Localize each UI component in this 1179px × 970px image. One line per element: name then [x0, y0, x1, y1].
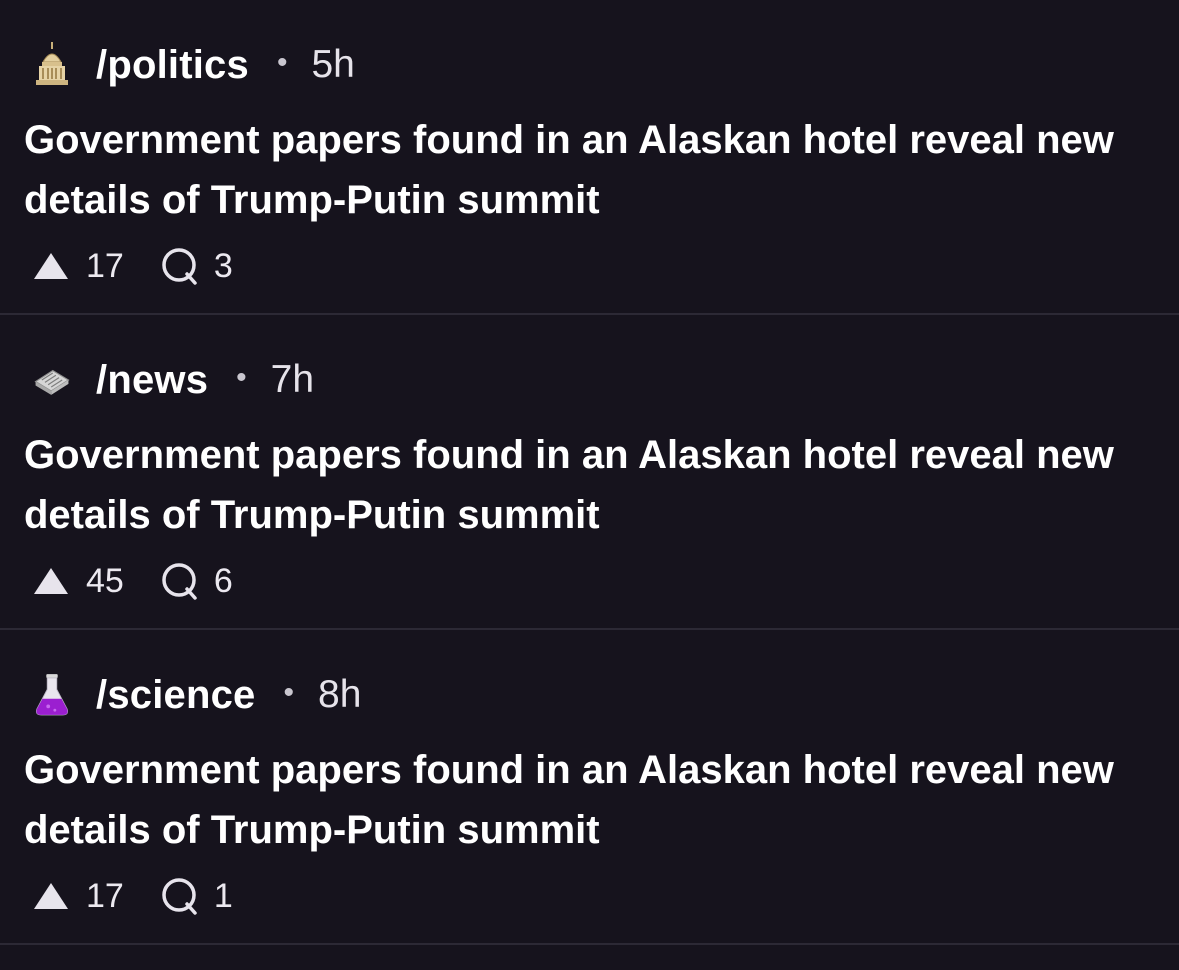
comment-bubble-icon: [160, 246, 198, 286]
post-stats: 17 1: [32, 873, 233, 919]
meta-separator: •: [276, 46, 288, 79]
upvote-button[interactable]: 45: [32, 562, 124, 601]
upvote-button[interactable]: 17: [32, 247, 124, 286]
upvote-count: 17: [86, 876, 124, 915]
upvote-arrow-icon: [32, 881, 70, 911]
post-title[interactable]: Government papers found in an Alaskan ho…: [24, 110, 1134, 230]
comments-button[interactable]: 6: [160, 561, 233, 601]
flask-icon: [34, 672, 70, 718]
post-card[interactable]: /news • 7h Government papers found in an…: [0, 315, 1179, 630]
post-age: 7h: [270, 358, 315, 401]
post-meta: /politics • 5h: [34, 42, 355, 88]
upvote-arrow-icon: [32, 251, 70, 281]
subreddit-link[interactable]: /politics: [96, 43, 249, 88]
meta-separator: •: [236, 361, 247, 394]
subreddit-link[interactable]: /science: [96, 673, 256, 718]
post-meta: /news • 7h: [34, 357, 314, 403]
post-age: 8h: [318, 673, 362, 716]
post-meta: /science • 8h: [34, 672, 361, 718]
post-stats: 45 6: [32, 558, 233, 604]
post-age: 5h: [311, 43, 355, 86]
post-stats: 17 3: [32, 243, 233, 289]
meta-separator: •: [283, 676, 295, 709]
upvote-count: 45: [86, 561, 124, 600]
comment-count: 3: [213, 246, 233, 285]
comment-count: 6: [213, 561, 233, 600]
post-card[interactable]: /politics • 5h Government papers found i…: [0, 0, 1179, 315]
post-title[interactable]: Government papers found in an Alaskan ho…: [24, 425, 1134, 545]
upvote-count: 17: [86, 246, 124, 285]
comment-count: 1: [213, 876, 233, 915]
comment-bubble-icon: [160, 561, 198, 601]
post-feed: /politics • 5h Government papers found i…: [0, 0, 1179, 970]
subreddit-link[interactable]: /news: [96, 358, 208, 403]
post-card[interactable]: /science • 8h Government papers found in…: [0, 630, 1179, 945]
post-title[interactable]: Government papers found in an Alaskan ho…: [24, 740, 1134, 860]
comment-bubble-icon: [160, 876, 198, 916]
comments-button[interactable]: 1: [160, 876, 233, 916]
comments-button[interactable]: 3: [160, 246, 233, 286]
capitol-building-icon: [34, 42, 70, 88]
upvote-button[interactable]: 17: [32, 877, 124, 916]
upvote-arrow-icon: [32, 566, 70, 596]
newspaper-icon: [34, 357, 70, 403]
